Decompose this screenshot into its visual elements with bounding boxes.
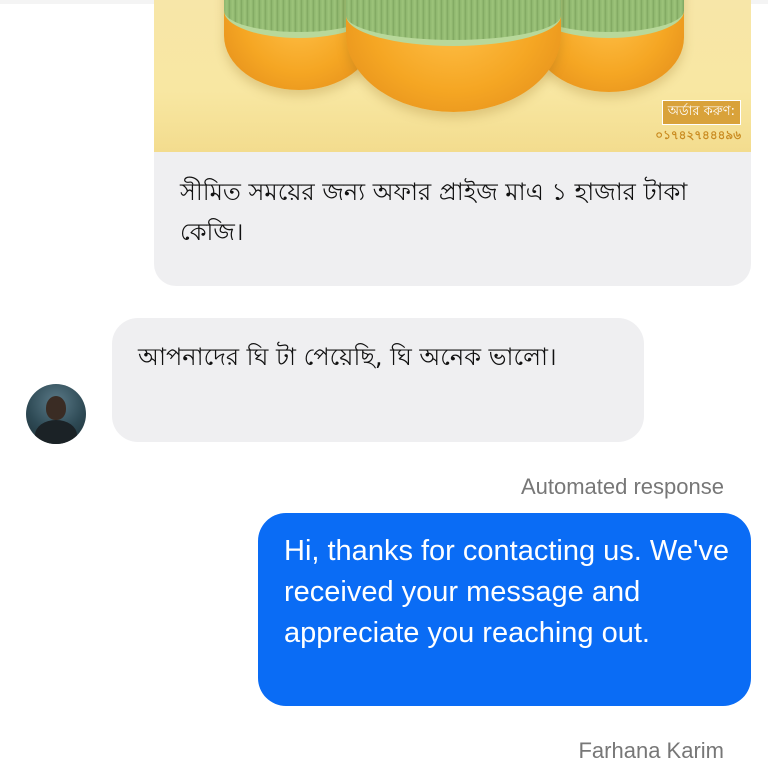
ghee-jar-image bbox=[346, 0, 561, 112]
contact-avatar[interactable] bbox=[26, 384, 86, 444]
chat-screen: অর্ডার করুণ: ০১৭৪২৭৪৪৪৯৬ সীমিত সময়ের জন… bbox=[0, 0, 768, 768]
order-info: অর্ডার করুণ: ০১৭৪২৭৪৪৪৯৬ bbox=[655, 100, 741, 147]
incoming-message-bubble[interactable]: আপনাদের ঘি টা পেয়েছি, ঘি অনেক ভালো। bbox=[112, 318, 644, 442]
promo-caption: সীমিত সময়ের জন্য অফার প্রাইজ মাএ ১ হাজা… bbox=[180, 178, 688, 246]
sender-name: Farhana Karim bbox=[578, 738, 724, 763]
promo-product-image[interactable]: অর্ডার করুণ: ০১৭৪২৭৪৪৪৯৬ bbox=[154, 0, 751, 152]
promo-message-card[interactable]: অর্ডার করুণ: ০১৭৪২৭৪৪৪৯৬ সীমিত সময়ের জন… bbox=[154, 0, 751, 286]
automated-response-label: Automated response bbox=[520, 474, 724, 499]
outgoing-message-bubble[interactable]: Hi, thanks for contacting us. We've rece… bbox=[258, 513, 751, 706]
outgoing-message-text: Hi, thanks for contacting us. We've rece… bbox=[284, 535, 730, 649]
order-label: অর্ডার করুণ: bbox=[661, 100, 741, 125]
incoming-message-text: আপনাদের ঘি টা পেয়েছি, ঘি অনেক ভালো। bbox=[138, 343, 557, 371]
order-phone-number: ০১৭৪২৭৪৪৪৯৬ bbox=[655, 128, 741, 142]
